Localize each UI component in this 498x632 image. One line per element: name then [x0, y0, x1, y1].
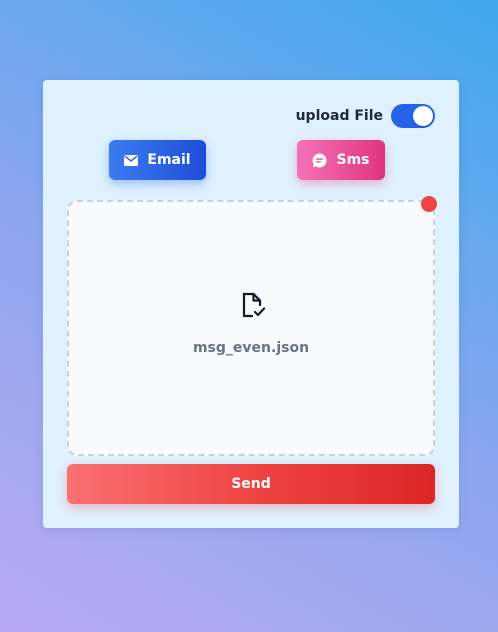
email-button[interactable]: Email [109, 140, 206, 180]
remove-file-dot[interactable] [421, 196, 437, 212]
upload-file-toggle[interactable] [391, 104, 435, 128]
file-dropzone[interactable]: msg_even.json [67, 200, 435, 456]
message-form-card: upload File Email Sms msg_even.json Send [43, 80, 459, 528]
sms-button[interactable]: Sms [297, 140, 385, 180]
toggle-knob [413, 106, 433, 126]
upload-toggle-label: upload File [295, 108, 383, 124]
sms-button-label: Sms [336, 152, 370, 168]
send-button[interactable]: Send [67, 464, 435, 504]
email-button-label: Email [147, 152, 191, 168]
chat-bubble-icon [312, 152, 328, 168]
uploaded-file-name: msg_even.json [192, 340, 310, 356]
upload-toggle-row: upload File [296, 104, 435, 128]
mail-icon [124, 154, 139, 166]
file-check-icon [238, 290, 268, 320]
